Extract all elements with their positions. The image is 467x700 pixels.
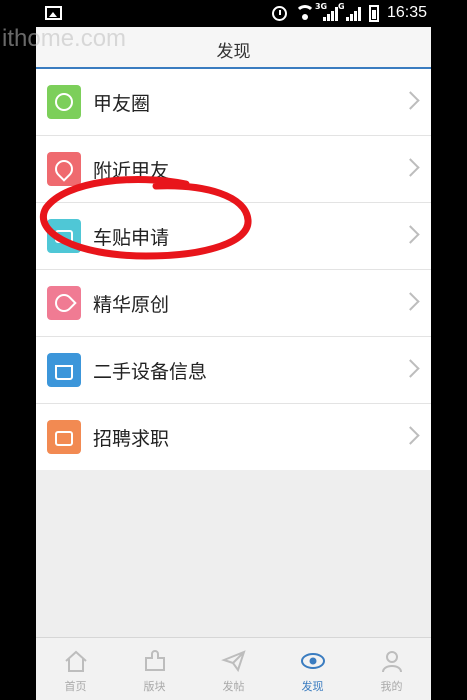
- status-icons: 3G G 16:35: [271, 2, 427, 22]
- chevron-right-icon: [401, 91, 420, 110]
- user-icon: [381, 651, 402, 673]
- eye-icon: [300, 653, 325, 669]
- location-pin-icon: [47, 152, 81, 186]
- chevron-right-icon: [401, 158, 420, 177]
- send-icon: [220, 650, 246, 673]
- tab-home[interactable]: 首页: [36, 638, 115, 700]
- menu-item-label: 附近甲友: [93, 160, 170, 182]
- tab-discover[interactable]: 发现: [273, 638, 352, 700]
- tab-boards[interactable]: 版块: [115, 638, 194, 700]
- tab-post[interactable]: 发帖: [194, 638, 273, 700]
- tab-label: 我的: [380, 680, 403, 693]
- header-bar: ithome.com 发现: [2, 25, 431, 69]
- menu-item-secondhand[interactable]: 二手设备信息: [36, 337, 431, 404]
- briefcase-icon: [47, 420, 81, 454]
- image-notification-icon: [45, 6, 62, 20]
- signal-3g-icon: 3G: [315, 2, 338, 21]
- alarm-icon: [271, 5, 287, 21]
- menu-item-moments[interactable]: 甲友圈: [36, 69, 431, 136]
- tab-label: 首页: [64, 680, 87, 693]
- discover-menu: 甲友圈 附近甲友 车贴申请 精华原创 二手设备信息 招聘求职: [36, 69, 431, 470]
- chevron-right-icon: [401, 225, 420, 244]
- battery-icon: [368, 4, 379, 22]
- bottom-tab-bar: 首页 版块 发帖 发现 我的: [36, 637, 431, 700]
- chevron-right-icon: [401, 426, 420, 445]
- app-window: ithome.com 发现 甲友圈 附近甲友 车贴申请 精华原创 二手设备信息: [2, 25, 431, 700]
- pen-nib-icon: [47, 286, 81, 320]
- wifi-icon: [294, 5, 315, 21]
- status-time: 16:35: [386, 4, 427, 21]
- home-icon: [64, 650, 87, 672]
- chevron-right-icon: [401, 292, 420, 311]
- signal-g-icon: G: [338, 2, 361, 21]
- chevron-right-icon: [401, 359, 420, 378]
- menu-item-label: 二手设备信息: [93, 361, 208, 383]
- status-bar: 3G G 16:35: [0, 0, 467, 27]
- menu-item-jobs[interactable]: 招聘求职: [36, 404, 431, 470]
- tab-label: 发帖: [222, 680, 245, 693]
- page-title: 发现: [216, 42, 251, 62]
- shopping-bag-icon: [47, 353, 81, 387]
- puzzle-icon: [144, 650, 165, 671]
- tab-me[interactable]: 我的: [352, 638, 431, 700]
- menu-item-label: 车贴申请: [93, 227, 170, 249]
- menu-item-label: 精华原创: [93, 294, 170, 316]
- chat-bubble-icon: [47, 85, 81, 119]
- card-icon: [47, 219, 81, 253]
- menu-item-label: 招聘求职: [93, 428, 170, 450]
- menu-item-featured[interactable]: 精华原创: [36, 270, 431, 337]
- menu-item-nearby[interactable]: 附近甲友: [36, 136, 431, 203]
- tab-label: 版块: [143, 680, 166, 693]
- tab-label: 发现: [301, 680, 324, 693]
- menu-item-car-sticker[interactable]: 车贴申请: [36, 203, 431, 270]
- menu-item-label: 甲友圈: [93, 93, 151, 115]
